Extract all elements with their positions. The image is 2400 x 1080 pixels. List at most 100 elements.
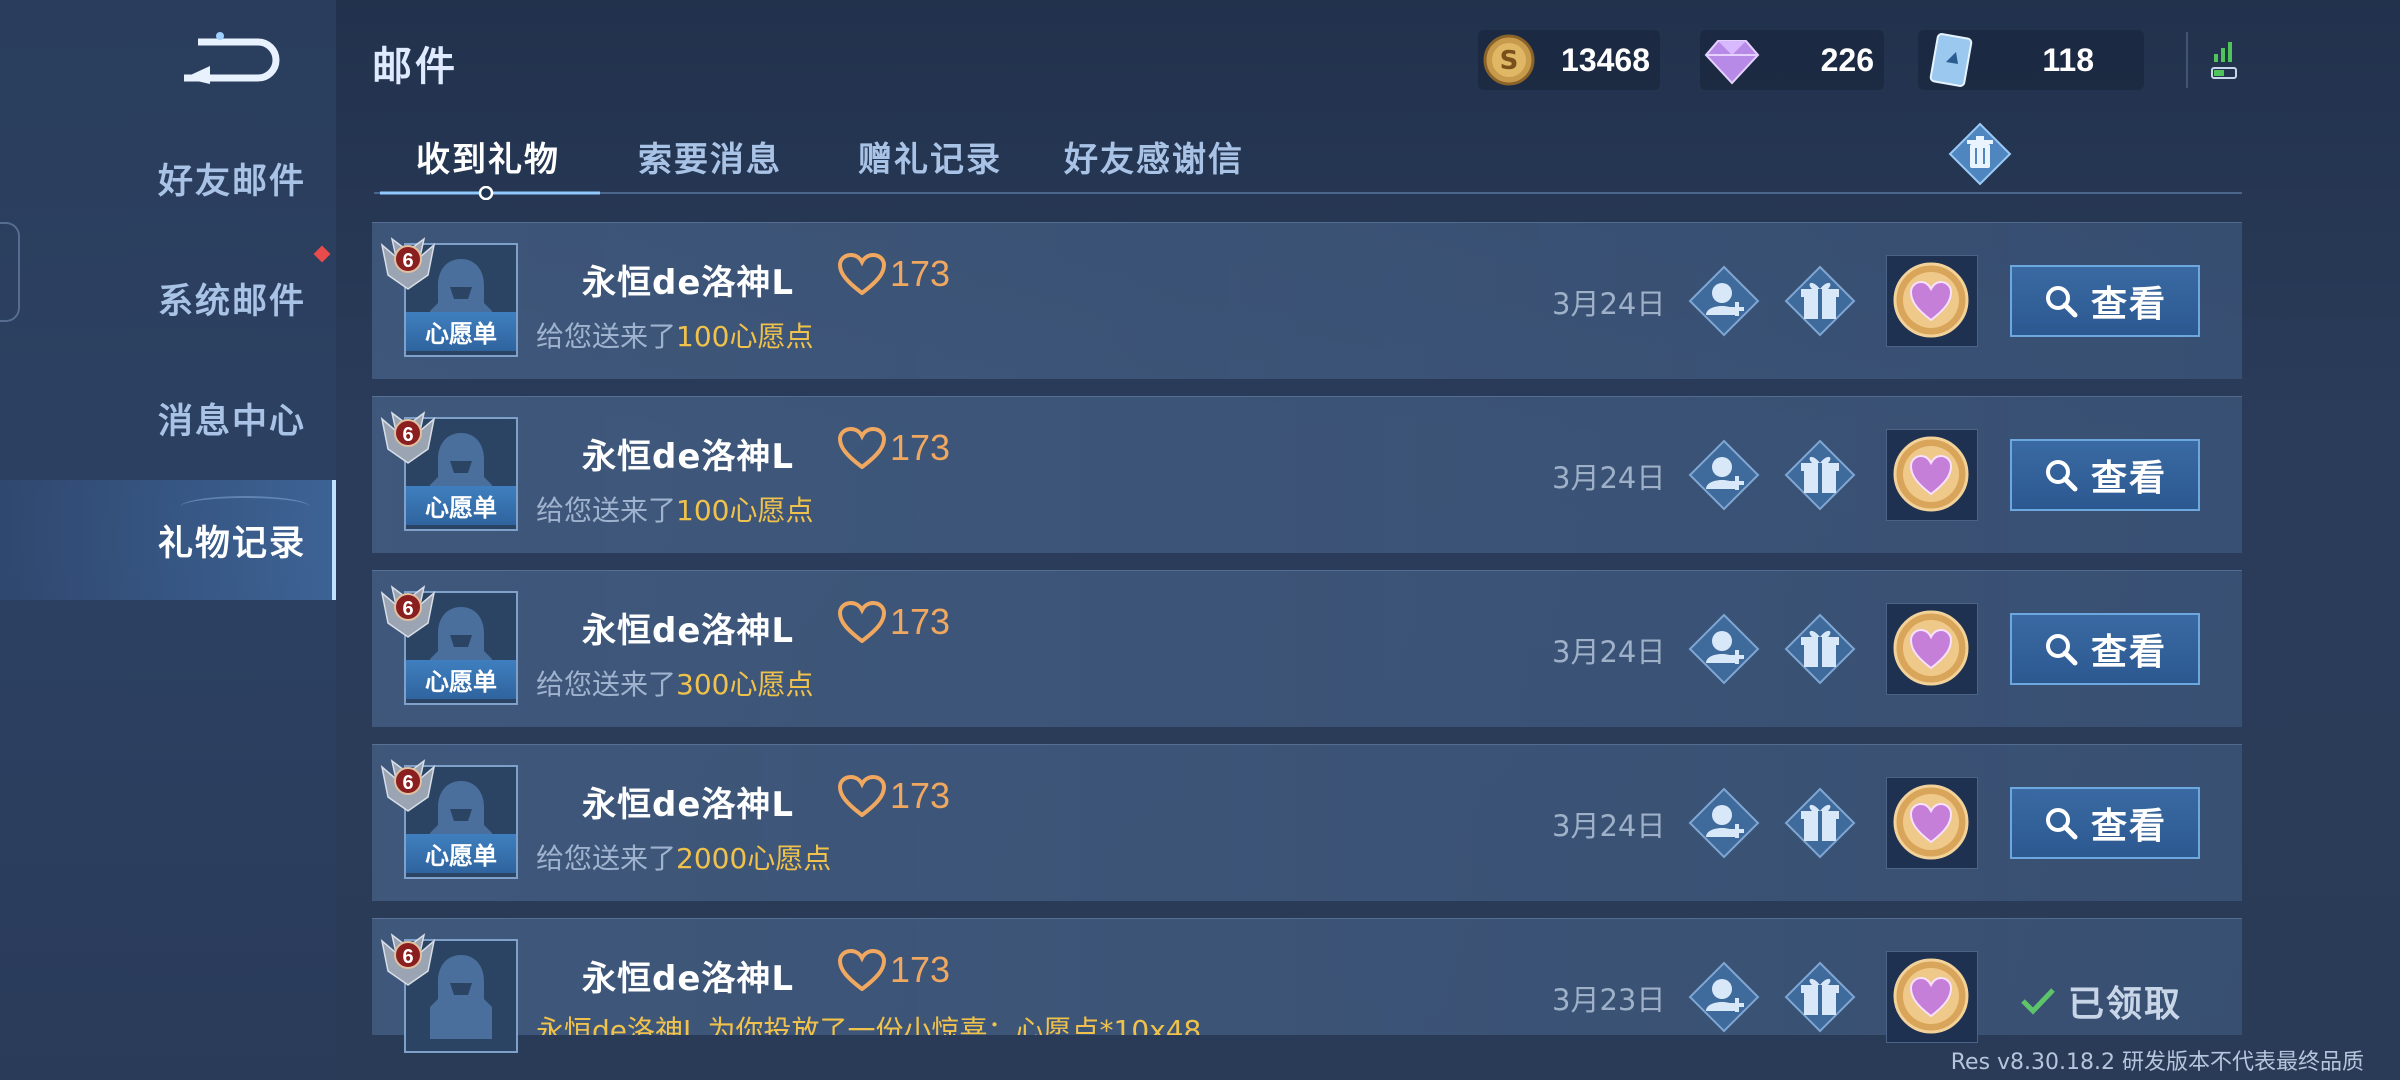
wishlist-label: 心愿单 <box>406 486 516 525</box>
add-friend-icon[interactable] <box>1686 611 1762 687</box>
gift-icon[interactable] <box>1782 437 1858 513</box>
view-button-label: 查看 <box>2090 806 2167 847</box>
wishlist-label: 心愿单 <box>406 834 516 873</box>
voucher-value: 118 <box>2042 41 2094 78</box>
likes-value: 173 <box>890 253 951 294</box>
view-button[interactable]: 查看 <box>2010 439 2200 511</box>
tab-request-messages[interactable]: 索要消息 <box>638 132 782 181</box>
mail-description: 给您送来了2000心愿点 <box>536 837 831 877</box>
view-button[interactable]: 查看 <box>2010 265 2200 337</box>
sidebar-item-label: 消息中心 <box>158 401 307 442</box>
add-friend-icon[interactable] <box>1686 437 1762 513</box>
sender-name: 永恒de洛神L <box>582 437 795 477</box>
diamond-icon <box>1704 40 1760 85</box>
likes-count: 173 <box>838 949 950 991</box>
check-icon <box>2021 988 2055 1015</box>
tab-thank-you-letters[interactable]: 好友感谢信 <box>1064 132 1244 181</box>
add-friend-icon[interactable] <box>1686 263 1762 339</box>
currency-diamond[interactable]: 226 <box>1700 30 1884 90</box>
description-amount: 100心愿点 <box>676 494 814 527</box>
tab-gift-history[interactable]: 赠礼记录 <box>858 132 1002 181</box>
trash-icon[interactable] <box>1948 122 2012 186</box>
gift-icon[interactable] <box>1782 785 1858 861</box>
mail-row[interactable]: 6 永恒de洛神L 173 永恒de洛神L 为你投放了一份小惊喜：心愿点*10x48 3… <box>372 918 2242 1053</box>
mail-date: 3月24日 <box>1552 461 1666 495</box>
gift-icon[interactable] <box>1782 263 1858 339</box>
sidebar-item-message-center[interactable]: 消息中心 <box>0 358 336 478</box>
likes-value: 173 <box>890 949 951 990</box>
heart-icon <box>838 775 886 817</box>
add-friend-icon[interactable] <box>1686 785 1762 861</box>
voucher-icon <box>1929 33 1973 87</box>
search-icon <box>2045 286 2078 318</box>
level-badge-icon: 6 <box>380 237 436 290</box>
description-amount: 300心愿点 <box>676 668 814 701</box>
search-icon <box>2045 634 2078 666</box>
heart-icon <box>838 253 886 295</box>
likes-count: 173 <box>838 775 950 817</box>
search-icon <box>2045 460 2078 492</box>
view-button-label: 查看 <box>2090 632 2167 673</box>
sidebar-item-system-mail[interactable]: 系统邮件 <box>0 238 336 358</box>
mail-date: 3月23日 <box>1552 983 1666 1017</box>
description-amount: 100心愿点 <box>676 320 814 353</box>
heart-coin-icon <box>1893 610 1969 686</box>
level-value: 6 <box>402 598 413 620</box>
gift-icon[interactable] <box>1782 611 1858 687</box>
sidebar: 好友邮件 系统邮件 消息中心 礼物记录 <box>0 0 336 1080</box>
gold-coin-icon: S <box>1483 34 1535 86</box>
mail-row[interactable]: 心愿单 6 永恒de洛神L 173 给您送来了300心愿点 3月24日 查看 <box>372 570 2242 727</box>
svg-text:S: S <box>1500 46 1519 76</box>
level-value: 6 <box>402 772 413 794</box>
mail-description: 永恒de洛神L 为你投放了一份小惊喜：心愿点*10x48 <box>536 1014 1202 1035</box>
version-text: Res v8.30.18.2 研发版本不代表最终品质 <box>1950 1050 2364 1075</box>
likes-count: 173 <box>838 427 950 469</box>
mail-row[interactable]: 心愿单 6 永恒de洛神L 173 给您送来了100心愿点 3月24日 查看 <box>372 396 2242 553</box>
sender-name: 永恒de洛神L <box>582 611 795 651</box>
mail-row[interactable]: 心愿单 6 永恒de洛神L 173 给您送来了100心愿点 3月24日 查看 <box>372 222 2242 379</box>
diamond-value: 226 <box>1820 41 1874 78</box>
sender-name: 永恒de洛神L <box>582 785 795 825</box>
active-tab-indicator <box>380 186 600 200</box>
claimed-status: 已领取 <box>2020 975 2182 1027</box>
level-badge-icon: 6 <box>380 933 436 986</box>
back-arrow-icon[interactable] <box>180 28 280 84</box>
view-button[interactable]: 查看 <box>2010 613 2200 685</box>
currency-voucher[interactable]: 118 <box>1918 30 2144 90</box>
likes-count: 173 <box>838 601 950 643</box>
mail-description: 给您送来了100心愿点 <box>536 315 813 355</box>
gift-icon[interactable] <box>1782 959 1858 1035</box>
wish-point-coin <box>1886 603 1978 695</box>
wish-point-coin <box>1886 429 1978 521</box>
mail-date: 3月24日 <box>1552 287 1666 321</box>
mail-description: 给您送来了300心愿点 <box>536 663 813 703</box>
currency-gold[interactable]: S 13468 <box>1478 30 1660 90</box>
wish-point-coin <box>1886 951 1978 1043</box>
likes-value: 173 <box>890 775 951 816</box>
description-prefix: 给您送来了 <box>536 668 677 701</box>
level-value: 6 <box>402 424 413 446</box>
add-friend-icon[interactable] <box>1686 959 1762 1035</box>
level-badge-icon: 6 <box>380 411 436 464</box>
level-badge-icon: 6 <box>380 585 436 638</box>
signal-battery-icon <box>2211 42 2237 79</box>
heart-coin-icon <box>1893 436 1969 512</box>
description-prefix: 给您送来了 <box>536 320 677 353</box>
mail-row[interactable]: 心愿单 6 永恒de洛神L 173 给您送来了2000心愿点 3月24日 查看 <box>372 744 2242 901</box>
sidebar-item-label: 系统邮件 <box>158 281 307 322</box>
sidebar-item-label: 好友邮件 <box>158 161 307 202</box>
heart-coin-icon <box>1893 262 1969 338</box>
heart-icon <box>838 601 886 643</box>
heart-coin-icon <box>1893 958 1969 1034</box>
tab-received-gifts[interactable]: 收到礼物 <box>416 132 560 181</box>
header-divider <box>2186 32 2188 88</box>
page-title: 邮件 <box>372 44 458 90</box>
view-button[interactable]: 查看 <box>2010 787 2200 859</box>
sidebar-item-friend-mail[interactable]: 好友邮件 <box>0 118 336 238</box>
level-value: 6 <box>402 946 413 968</box>
tab-underline <box>374 192 2242 194</box>
description-prefix: 给您送来了 <box>536 842 677 875</box>
sidebar-item-gift-record[interactable]: 礼物记录 <box>0 480 336 600</box>
mail-description: 给您送来了100心愿点 <box>536 489 813 529</box>
wishlist-label: 心愿单 <box>406 660 516 699</box>
